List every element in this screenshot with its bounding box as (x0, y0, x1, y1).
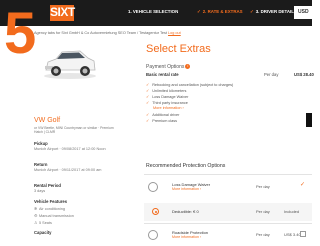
selected-checkmark-icon[interactable]: ✓ (300, 181, 305, 188)
pickup-label: Pickup (34, 141, 48, 146)
protection-price: US$ 3.40 (284, 232, 301, 237)
feature-label: 5 Seats (39, 221, 52, 225)
page-title: Select Extras (146, 43, 211, 55)
included-item: ✓ Premium class (146, 118, 177, 123)
rental-period-value: 3 days (34, 189, 46, 193)
step-vehicle-selection[interactable]: 1. VEHICLE SELECTION (128, 9, 178, 14)
step-rate-extras[interactable]: ✓ 2. RATE & EXTRAS (197, 9, 243, 15)
deductible-name: Deductible: € 0 (172, 209, 199, 214)
deductible-price: Included (284, 209, 300, 214)
booking-summary-sidebar: VW Golf or VW Beetle, MINI Countryman or… (32, 37, 132, 246)
pickup-value: Munich Airport · 09/08/2017 at 12:00 Noo… (34, 147, 106, 151)
checkmark-icon: ✓ (197, 9, 201, 14)
checkmark-icon: ✓ (146, 119, 150, 123)
checkmark-icon: ✓ (250, 9, 254, 14)
included-item-label: Third party insurance (152, 101, 188, 105)
rate-per-day: Per day (264, 72, 279, 77)
extras-panel: Select Extras Payment Options i Basic ren… (142, 37, 314, 246)
step-number-badge: 5 (4, 1, 37, 66)
rate-name: Basic rental rate (146, 72, 179, 77)
feature-label: Manual transmission (39, 214, 74, 218)
protection-checkbox[interactable] (300, 231, 306, 237)
included-item-label: Premium class (152, 119, 178, 123)
return-value: Munich Airport · 09/11/2017 at 09:00 am (34, 168, 102, 172)
deductible-per-day: Per day (256, 209, 270, 214)
checkmark-icon: ✓ (146, 113, 150, 117)
deductible-option[interactable]: Deductible: € 0 Per day Included (144, 203, 312, 221)
included-item: ✓ Additional driver (146, 112, 179, 117)
included-item-label: Loss Damage Waiver (152, 95, 189, 99)
return-label: Return (34, 162, 48, 167)
feature-transmission: ⚙ Manual transmission (34, 213, 74, 218)
included-item: ✓ Rebooking and cancellation (subject to … (146, 82, 233, 87)
checkmark-icon: ✓ (146, 83, 150, 87)
rate-price: US$ 28.40 (294, 72, 314, 77)
step-driver-details-label: 3. DRIVER DETAILS (255, 9, 297, 14)
logout-link[interactable]: Log out (168, 31, 181, 35)
car-damage-icon (148, 182, 158, 192)
info-icon[interactable]: i (185, 64, 191, 69)
included-item-label: Unlimited kilometers (152, 89, 187, 93)
step-driver-details[interactable]: ✓ 3. DRIVER DETAILS (250, 9, 297, 15)
protection-more-info-link[interactable]: More information › (172, 235, 201, 239)
recommended-protection-heading: Recommended Protection Options (146, 163, 226, 169)
payment-options-label: Payment Options (146, 64, 185, 70)
payment-options-heading: Payment Options i (146, 64, 191, 70)
car-description: or VW Beetle, MINI Countryman or similar… (34, 126, 114, 135)
vehicle-features-label: Vehicle Features (34, 199, 68, 204)
step-vehicle-selection-label: 1. VEHICLE SELECTION (128, 9, 179, 14)
step-rate-extras-label: 2. RATE & EXTRAS (202, 9, 243, 14)
feature-seats: ♙ 5 Seats (34, 220, 52, 225)
feature-label: Air conditioning (39, 207, 65, 211)
agency-bar: Agency tabs for Sixt GmbH & Co Autovermi… (34, 31, 181, 35)
checkmark-icon: ✓ (146, 89, 150, 93)
roadside-assistance-icon (148, 230, 158, 240)
included-item: ✓ Unlimited kilometers (146, 88, 186, 93)
currency-selector[interactable]: USD (294, 6, 320, 19)
protection-option-loss-damage-waiver[interactable]: Loss Damage Waiver More information › Pe… (144, 174, 312, 202)
side-feedback-tab[interactable] (306, 113, 312, 127)
protection-option-roadside[interactable]: Roadside Protection More information › P… (144, 223, 312, 246)
checkmark-icon: ✓ (146, 101, 150, 105)
capacity-label: Capacity (34, 230, 52, 235)
rate-row[interactable]: Basic rental rate Per day US$ 28.40 (146, 72, 314, 78)
included-item-label: Additional driver (152, 113, 180, 117)
included-item: ✓ Third party insurance (146, 100, 188, 105)
checkmark-icon: ✓ (146, 95, 150, 99)
feature-air-conditioning: ✻ Air conditioning (34, 206, 65, 211)
protection-per-day: Per day (256, 184, 270, 189)
more-information-link[interactable]: More information › (153, 106, 184, 110)
protection-more-info-link[interactable]: More information › (172, 187, 201, 191)
protection-per-day: Per day (256, 232, 270, 237)
car-name: VW Golf (34, 117, 61, 124)
rental-period-label: Rental Period (34, 183, 61, 188)
more-information-label: More information › (153, 106, 184, 110)
included-item: ✓ Loss Damage Waiver (146, 94, 188, 99)
deductible-radio[interactable] (152, 208, 159, 215)
included-item-label: Rebooking and cancellation (subject to c… (152, 83, 234, 87)
